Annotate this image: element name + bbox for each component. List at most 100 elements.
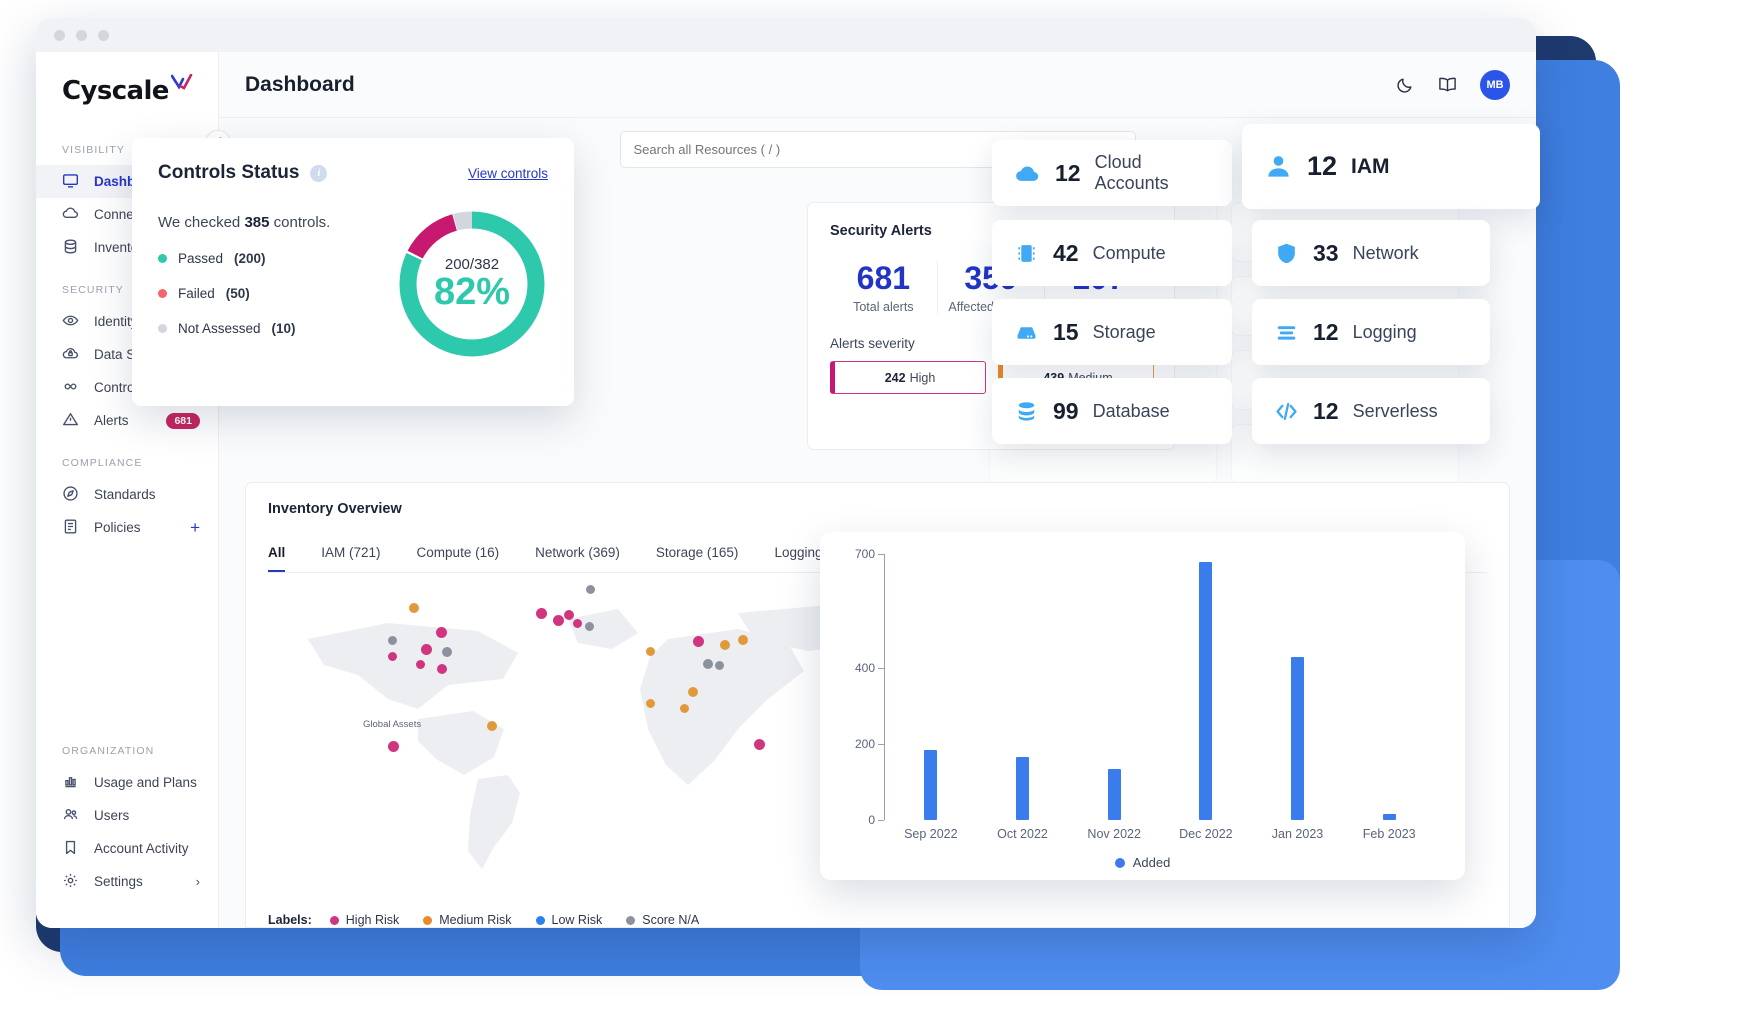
severity-high[interactable]: 242 High <box>830 361 986 394</box>
chart-bar-column[interactable] <box>885 554 977 820</box>
top-bar: Dashboard MB <box>219 52 1536 118</box>
map-dot-high-risk[interactable] <box>573 619 582 628</box>
legend-value-not-assessed: (10) <box>272 321 296 336</box>
map-dot-high-risk[interactable] <box>416 660 425 669</box>
resource-tile-storage[interactable]: 15 Storage <box>992 299 1232 365</box>
resource-tile-database[interactable]: 99 Database <box>992 378 1232 444</box>
resource-tile-cloud-accounts[interactable]: 12 Cloud Accounts <box>992 140 1232 206</box>
legend-dot-high-risk <box>330 916 339 925</box>
map-dot-high-risk[interactable] <box>754 739 765 750</box>
map-dot-medium-risk[interactable] <box>409 603 419 613</box>
security-alerts-title: Security Alerts <box>830 223 932 239</box>
info-icon[interactable]: i <box>310 165 327 182</box>
infinity-icon <box>62 378 79 398</box>
resource-tile-serverless[interactable]: 12 Serverless <box>1252 378 1490 444</box>
map-dot-high-risk[interactable] <box>536 608 547 619</box>
avatar[interactable]: MB <box>1480 70 1510 100</box>
resource-tile-label: Network <box>1353 243 1419 264</box>
controls-status-title: Controls Status <box>158 162 299 184</box>
sidebar-item-users[interactable]: Users <box>36 799 218 832</box>
brand-logo[interactable]: Cyscale <box>36 58 218 124</box>
map-dot-medium-risk[interactable] <box>646 647 655 656</box>
chart-bar <box>924 750 937 820</box>
chart-bar-column[interactable] <box>1343 554 1435 820</box>
legend-dot-not-assessed <box>158 324 167 333</box>
resource-tile-count: 99 <box>1053 398 1079 425</box>
map-dot-high-risk[interactable] <box>436 627 447 638</box>
view-controls-link[interactable]: View controls <box>468 166 548 181</box>
chart-bar-column[interactable] <box>977 554 1069 820</box>
add-policy-button[interactable]: + <box>190 518 200 538</box>
map-dot-high-risk[interactable] <box>388 652 397 661</box>
legend-value-passed: (200) <box>234 251 266 266</box>
window-minimize-dot[interactable] <box>76 30 87 41</box>
brand-name: Cyscale <box>62 76 169 106</box>
sidebar-item-alerts[interactable]: Alerts 681 <box>36 404 218 437</box>
map-dot-high-risk[interactable] <box>553 615 564 626</box>
resource-tile-label: Cloud Accounts <box>1095 152 1210 194</box>
chart-ytick: 700 <box>855 547 884 561</box>
resource-tile-count: 12 <box>1055 160 1081 187</box>
map-dot-score-na[interactable] <box>703 659 713 669</box>
resource-tile-logging[interactable]: 12 Logging <box>1252 299 1490 365</box>
window-titlebar <box>36 18 1536 52</box>
map-dot-high-risk[interactable] <box>388 741 399 752</box>
legend-label-passed: Passed <box>178 251 223 266</box>
moon-icon[interactable] <box>1396 75 1415 94</box>
chart-bar-column[interactable] <box>1160 554 1252 820</box>
map-dot-score-na[interactable] <box>585 622 594 631</box>
map-dot-score-na[interactable] <box>586 585 595 594</box>
sidebar-item-standards[interactable]: Standards <box>36 478 218 511</box>
map-dot-high-risk[interactable] <box>421 644 432 655</box>
chart-bar-column[interactable] <box>1068 554 1160 820</box>
map-dot-medium-risk[interactable] <box>646 699 655 708</box>
policy-icon <box>62 518 79 538</box>
controls-checked-suffix: controls. <box>269 214 330 231</box>
window-maximize-dot[interactable] <box>98 30 109 41</box>
tab-compute[interactable]: Compute (16) <box>417 533 500 572</box>
map-legend: Labels: High Risk Medium Risk Low Risk <box>268 913 1487 927</box>
chart-xtick: Sep 2022 <box>885 827 977 841</box>
sidebar-item-settings[interactable]: Settings › <box>36 865 218 898</box>
sidebar-item-usage-and-plans[interactable]: Usage and Plans <box>36 766 218 799</box>
gear-icon <box>62 872 79 892</box>
map-dot-medium-risk[interactable] <box>738 635 748 645</box>
window-close-dot[interactable] <box>54 30 65 41</box>
sidebar-item-account-activity[interactable]: Account Activity <box>36 832 218 865</box>
chart-bar-column[interactable] <box>1252 554 1344 820</box>
resource-tile-iam[interactable]: 12 IAM <box>1242 124 1540 209</box>
bar-chart-icon <box>62 773 79 793</box>
sidebar-item-policies[interactable]: Policies + <box>36 511 218 544</box>
cloud-icon <box>62 205 79 225</box>
map-dot-high-risk[interactable] <box>564 610 574 620</box>
resource-tile-network[interactable]: 33 Network <box>1252 220 1490 286</box>
book-icon[interactable] <box>1437 75 1458 94</box>
map-dot-medium-risk[interactable] <box>688 687 698 697</box>
tab-all[interactable]: All <box>268 533 285 572</box>
chart-plot-area: 700 400 200 0 <box>884 554 1435 820</box>
tab-storage[interactable]: Storage (165) <box>656 533 739 572</box>
resource-tile-compute[interactable]: 42 Compute <box>992 220 1232 286</box>
monitor-icon <box>62 172 79 192</box>
map-dot-medium-risk[interactable] <box>487 721 497 731</box>
map-dot-medium-risk[interactable] <box>680 704 689 713</box>
compass-icon <box>62 485 79 505</box>
tab-iam[interactable]: IAM (721) <box>321 533 380 572</box>
map-annotation-global-assets: Global Assets <box>363 719 421 730</box>
map-dot-high-risk[interactable] <box>437 664 447 674</box>
tab-network[interactable]: Network (369) <box>535 533 620 572</box>
legend-high-risk: High Risk <box>330 913 400 927</box>
map-dot-score-na[interactable] <box>388 636 397 645</box>
nav-group-label-organization: ORGANIZATION <box>36 745 218 766</box>
chart-ytick: 400 <box>855 661 884 675</box>
drive-icon <box>1014 320 1039 345</box>
legend-label-score-na: Score N/A <box>642 913 699 927</box>
controls-status-header: Controls Status i View controls <box>158 162 548 184</box>
resource-tile-label: Compute <box>1093 243 1166 264</box>
controls-status-donut: 200/382 82% <box>392 204 552 364</box>
map-dot-medium-risk[interactable] <box>720 640 730 650</box>
map-dot-score-na[interactable] <box>442 647 452 657</box>
map-dot-score-na[interactable] <box>715 661 724 670</box>
map-dot-high-risk[interactable] <box>693 636 704 647</box>
resource-tile-label: Serverless <box>1353 401 1438 422</box>
